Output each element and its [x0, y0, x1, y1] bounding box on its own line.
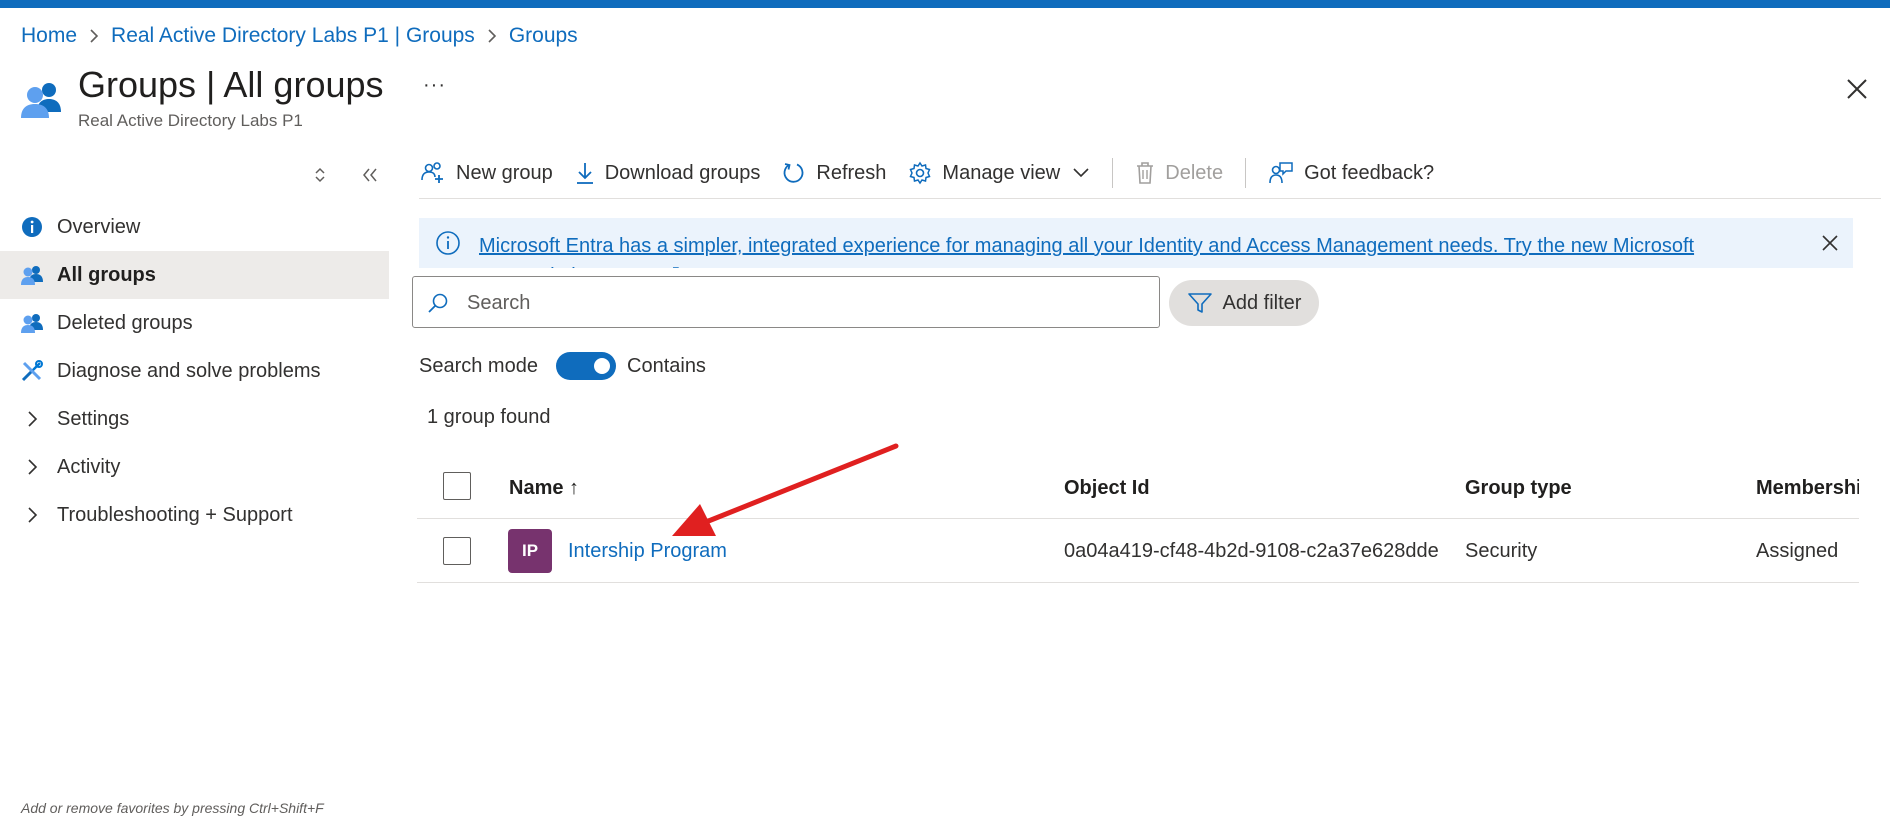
entra-admin-center-link[interactable]: Microsoft Entra has a simpler, integrate… — [479, 231, 1709, 268]
groups-table: Name ↑ Object Id Group type Membership t… — [417, 458, 1859, 583]
chevron-right-icon — [20, 407, 44, 431]
page-title: Groups | All groups — [78, 64, 384, 105]
new-group-label: New group — [456, 161, 553, 184]
banner-text: Microsoft Entra has a simpler, integrate… — [479, 235, 1695, 268]
favorites-hint: Add or remove favorites by pressing Ctrl… — [21, 800, 324, 816]
toolbar-divider — [1245, 158, 1247, 188]
sidebar-item-label: Settings — [57, 407, 130, 430]
feedback-button[interactable]: Got feedback? — [1268, 161, 1434, 185]
chevron-right-icon — [487, 29, 497, 43]
delete-button[interactable]: Delete — [1135, 161, 1223, 185]
info-icon — [435, 230, 461, 256]
sidebar-item-troubleshooting[interactable]: Troubleshooting + Support — [0, 491, 389, 539]
expand-collapse-icon[interactable] — [308, 162, 332, 188]
chevron-right-icon — [89, 29, 99, 43]
gear-icon — [909, 161, 931, 185]
new-group-button[interactable]: New group — [420, 161, 553, 185]
result-count: 1 group found — [427, 406, 551, 428]
info-icon — [20, 215, 44, 239]
page-subtitle: Real Active Directory Labs P1 — [78, 111, 303, 130]
table-header: Name ↑ Object Id Group type Membership t… — [417, 458, 1859, 519]
sidebar-item-diagnose[interactable]: Diagnose and solve problems — [0, 347, 389, 395]
manage-view-label: Manage view — [942, 161, 1061, 184]
groups-icon — [20, 78, 64, 122]
search-input[interactable] — [465, 287, 1149, 319]
more-options-button[interactable]: ··· — [423, 74, 446, 97]
sidebar-item-activity[interactable]: Activity — [0, 443, 389, 491]
feedback-icon — [1269, 162, 1293, 184]
toggle-knob — [594, 358, 610, 374]
sidebar-item-settings[interactable]: Settings — [0, 395, 389, 443]
column-header-name[interactable]: Name ↑ — [509, 477, 579, 500]
search-icon — [426, 291, 450, 315]
delete-label: Delete — [1165, 161, 1224, 184]
new-group-icon — [421, 162, 443, 183]
table-row[interactable]: IP Intership Program 0a04a419-cf48-4b2d-… — [417, 519, 1859, 583]
search-mode-label: Search mode — [419, 355, 538, 377]
people-icon — [20, 311, 44, 335]
chevron-down-icon — [1073, 168, 1089, 178]
sidebar-item-label: Troubleshooting + Support — [57, 503, 293, 526]
column-header-group-type[interactable]: Group type — [1465, 477, 1572, 500]
chevron-right-icon — [20, 455, 44, 479]
sidebar-item-deleted-groups[interactable]: Deleted groups — [0, 299, 389, 347]
search-mode-toggle[interactable] — [556, 352, 616, 380]
column-header-membership-type[interactable]: Membership type — [1756, 477, 1859, 500]
object-id-cell: 0a04a419-cf48-4b2d-9108-c2a37e628dde — [1064, 540, 1439, 562]
command-bar: New group Download groups Refresh Manage… — [420, 153, 1456, 193]
breadcrumb: Home Real Active Directory Labs P1 | Gro… — [21, 23, 578, 49]
refresh-button[interactable]: Refresh — [782, 161, 886, 185]
sidebar-item-label: Deleted groups — [57, 311, 193, 334]
close-icon[interactable] — [1842, 74, 1872, 104]
add-filter-label: Add filter — [1222, 291, 1302, 314]
sidebar-item-label: Diagnose and solve problems — [57, 359, 321, 382]
download-groups-button[interactable]: Download groups — [575, 161, 761, 185]
breadcrumb-tenant-groups[interactable]: Real Active Directory Labs P1 | Groups — [111, 24, 475, 48]
refresh-icon — [783, 163, 804, 183]
download-icon — [576, 163, 593, 184]
add-filter-button[interactable]: Add filter — [1169, 280, 1319, 326]
info-banner: Microsoft Entra has a simpler, integrate… — [419, 218, 1853, 268]
row-checkbox[interactable] — [443, 537, 471, 565]
wrench-icon — [20, 359, 44, 383]
group-type-cell: Security — [1465, 540, 1538, 562]
people-icon — [20, 263, 44, 287]
sidebar-item-label: Activity — [57, 455, 121, 478]
chevron-right-icon — [20, 503, 44, 527]
breadcrumb-home[interactable]: Home — [21, 24, 77, 48]
manage-view-button[interactable]: Manage view — [908, 161, 1090, 185]
refresh-label: Refresh — [816, 161, 887, 184]
external-link-icon — [673, 267, 679, 268]
sidebar-item-overview[interactable]: Overview — [0, 203, 389, 251]
filter-icon — [1187, 293, 1212, 313]
select-all-checkbox[interactable] — [443, 472, 471, 500]
trash-icon — [1137, 162, 1154, 184]
group-avatar: IP — [508, 529, 552, 573]
search-mode-value: Contains — [627, 355, 706, 377]
group-name-link[interactable]: Intership Program — [568, 540, 727, 563]
sidebar-item-label: All groups — [57, 263, 156, 286]
feedback-label: Got feedback? — [1304, 161, 1435, 184]
sidebar-item-all-groups[interactable]: All groups — [0, 251, 389, 299]
search-box — [412, 276, 1160, 328]
membership-type-cell: Assigned — [1756, 540, 1839, 562]
toolbar-divider-line — [419, 198, 1881, 199]
sidebar-nav: Overview All groups Deleted groups Diagn… — [0, 203, 389, 539]
sidebar-item-label: Overview — [57, 215, 141, 238]
collapse-sidebar-icon[interactable] — [358, 162, 382, 188]
close-icon[interactable] — [1819, 232, 1841, 254]
toolbar-divider — [1112, 158, 1114, 188]
breadcrumb-groups[interactable]: Groups — [509, 24, 578, 48]
column-header-object-id[interactable]: Object Id — [1064, 477, 1150, 500]
top-accent-bar — [0, 0, 1890, 8]
download-groups-label: Download groups — [604, 161, 761, 184]
